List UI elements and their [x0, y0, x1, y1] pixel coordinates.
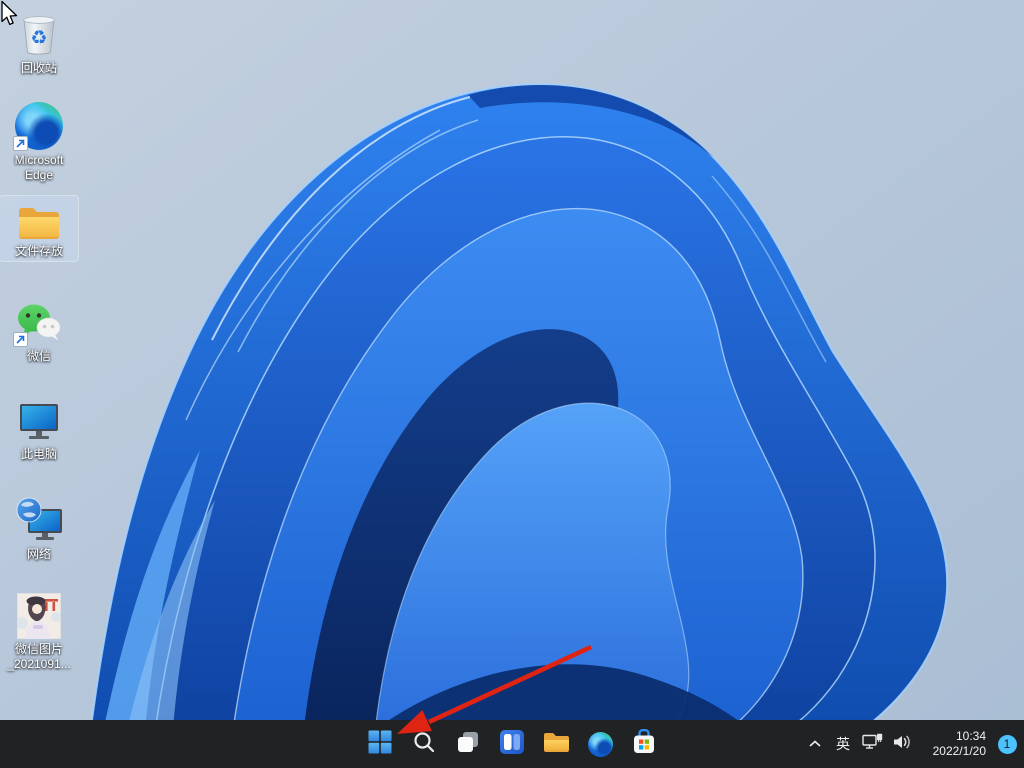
system-tray: 英	[802, 720, 1022, 768]
desktop-icon-network[interactable]: 网络	[0, 494, 78, 564]
edge-icon	[15, 102, 63, 150]
notification-badge: 1	[998, 735, 1017, 754]
folder-icon	[17, 203, 61, 241]
edge-icon	[588, 732, 613, 757]
ime-label: 英	[836, 734, 850, 754]
widgets-button[interactable]	[492, 724, 532, 764]
clock[interactable]: 10:34 2022/1/20	[920, 724, 990, 764]
search-button[interactable]	[404, 724, 444, 764]
desktop-icon-label: 此电脑	[21, 447, 57, 462]
desktop-icon-label: 微信	[27, 349, 51, 364]
task-view-button[interactable]	[448, 724, 488, 764]
image-thumbnail	[17, 593, 61, 639]
taskbar-center-buttons	[360, 724, 664, 764]
start-button[interactable]	[360, 724, 400, 764]
network-icon	[862, 733, 884, 755]
clock-date: 2022/1/20	[933, 744, 986, 759]
taskbar: 英	[0, 720, 1024, 768]
edge-button[interactable]	[580, 724, 620, 764]
shortcut-arrow-icon	[13, 136, 28, 151]
desktop-icon-label: 回收站	[21, 61, 57, 76]
microsoft-store-button[interactable]	[624, 724, 664, 764]
desktop-icon-label: 微信图片 _2021091...	[7, 642, 70, 672]
hidden-icons-button[interactable]	[802, 724, 828, 764]
desktop-icon-recycle-bin[interactable]: ♻ 回收站	[0, 6, 78, 78]
network-status-button[interactable]	[858, 724, 888, 764]
task-view-icon	[456, 730, 480, 759]
volume-icon	[893, 734, 913, 755]
recycle-bin-icon: ♻	[16, 8, 62, 58]
desktop-icon-label: Microsoft Edge	[15, 153, 64, 183]
wallpaper-bloom-image	[0, 0, 1024, 768]
desktop-icon-this-pc[interactable]: 此电脑	[0, 398, 78, 464]
file-explorer-button[interactable]	[536, 724, 576, 764]
desktop-icon-wechat-image[interactable]: 微信图片 _2021091...	[0, 591, 78, 674]
microsoft-store-icon	[632, 729, 656, 760]
chevron-up-icon	[809, 735, 821, 753]
notification-center-button[interactable]: 1	[992, 724, 1022, 764]
shortcut-arrow-icon	[13, 332, 28, 347]
widgets-icon	[500, 730, 524, 759]
ime-language-button[interactable]: 英	[828, 724, 858, 764]
clock-time: 10:34	[956, 729, 986, 744]
svg-text:♻: ♻	[30, 28, 47, 49]
desktop-icon-label: 网络	[27, 547, 51, 562]
desktop-icon-microsoft-edge[interactable]: Microsoft Edge	[0, 100, 78, 185]
desktop-icon-wechat[interactable]: 微信	[0, 300, 78, 366]
folder-icon	[543, 731, 569, 758]
search-icon	[413, 731, 435, 758]
windows-start-icon	[368, 730, 392, 759]
desktop-icon-label: 文件存放	[15, 244, 63, 259]
network-globe-icon	[15, 496, 64, 544]
wechat-icon	[15, 302, 63, 346]
this-pc-icon	[16, 400, 62, 444]
desktop: ♻ 回收站 Microsoft Edge	[0, 0, 1024, 768]
volume-button[interactable]	[888, 724, 918, 764]
desktop-icon-file-storage-folder[interactable]: 文件存放	[0, 196, 78, 261]
